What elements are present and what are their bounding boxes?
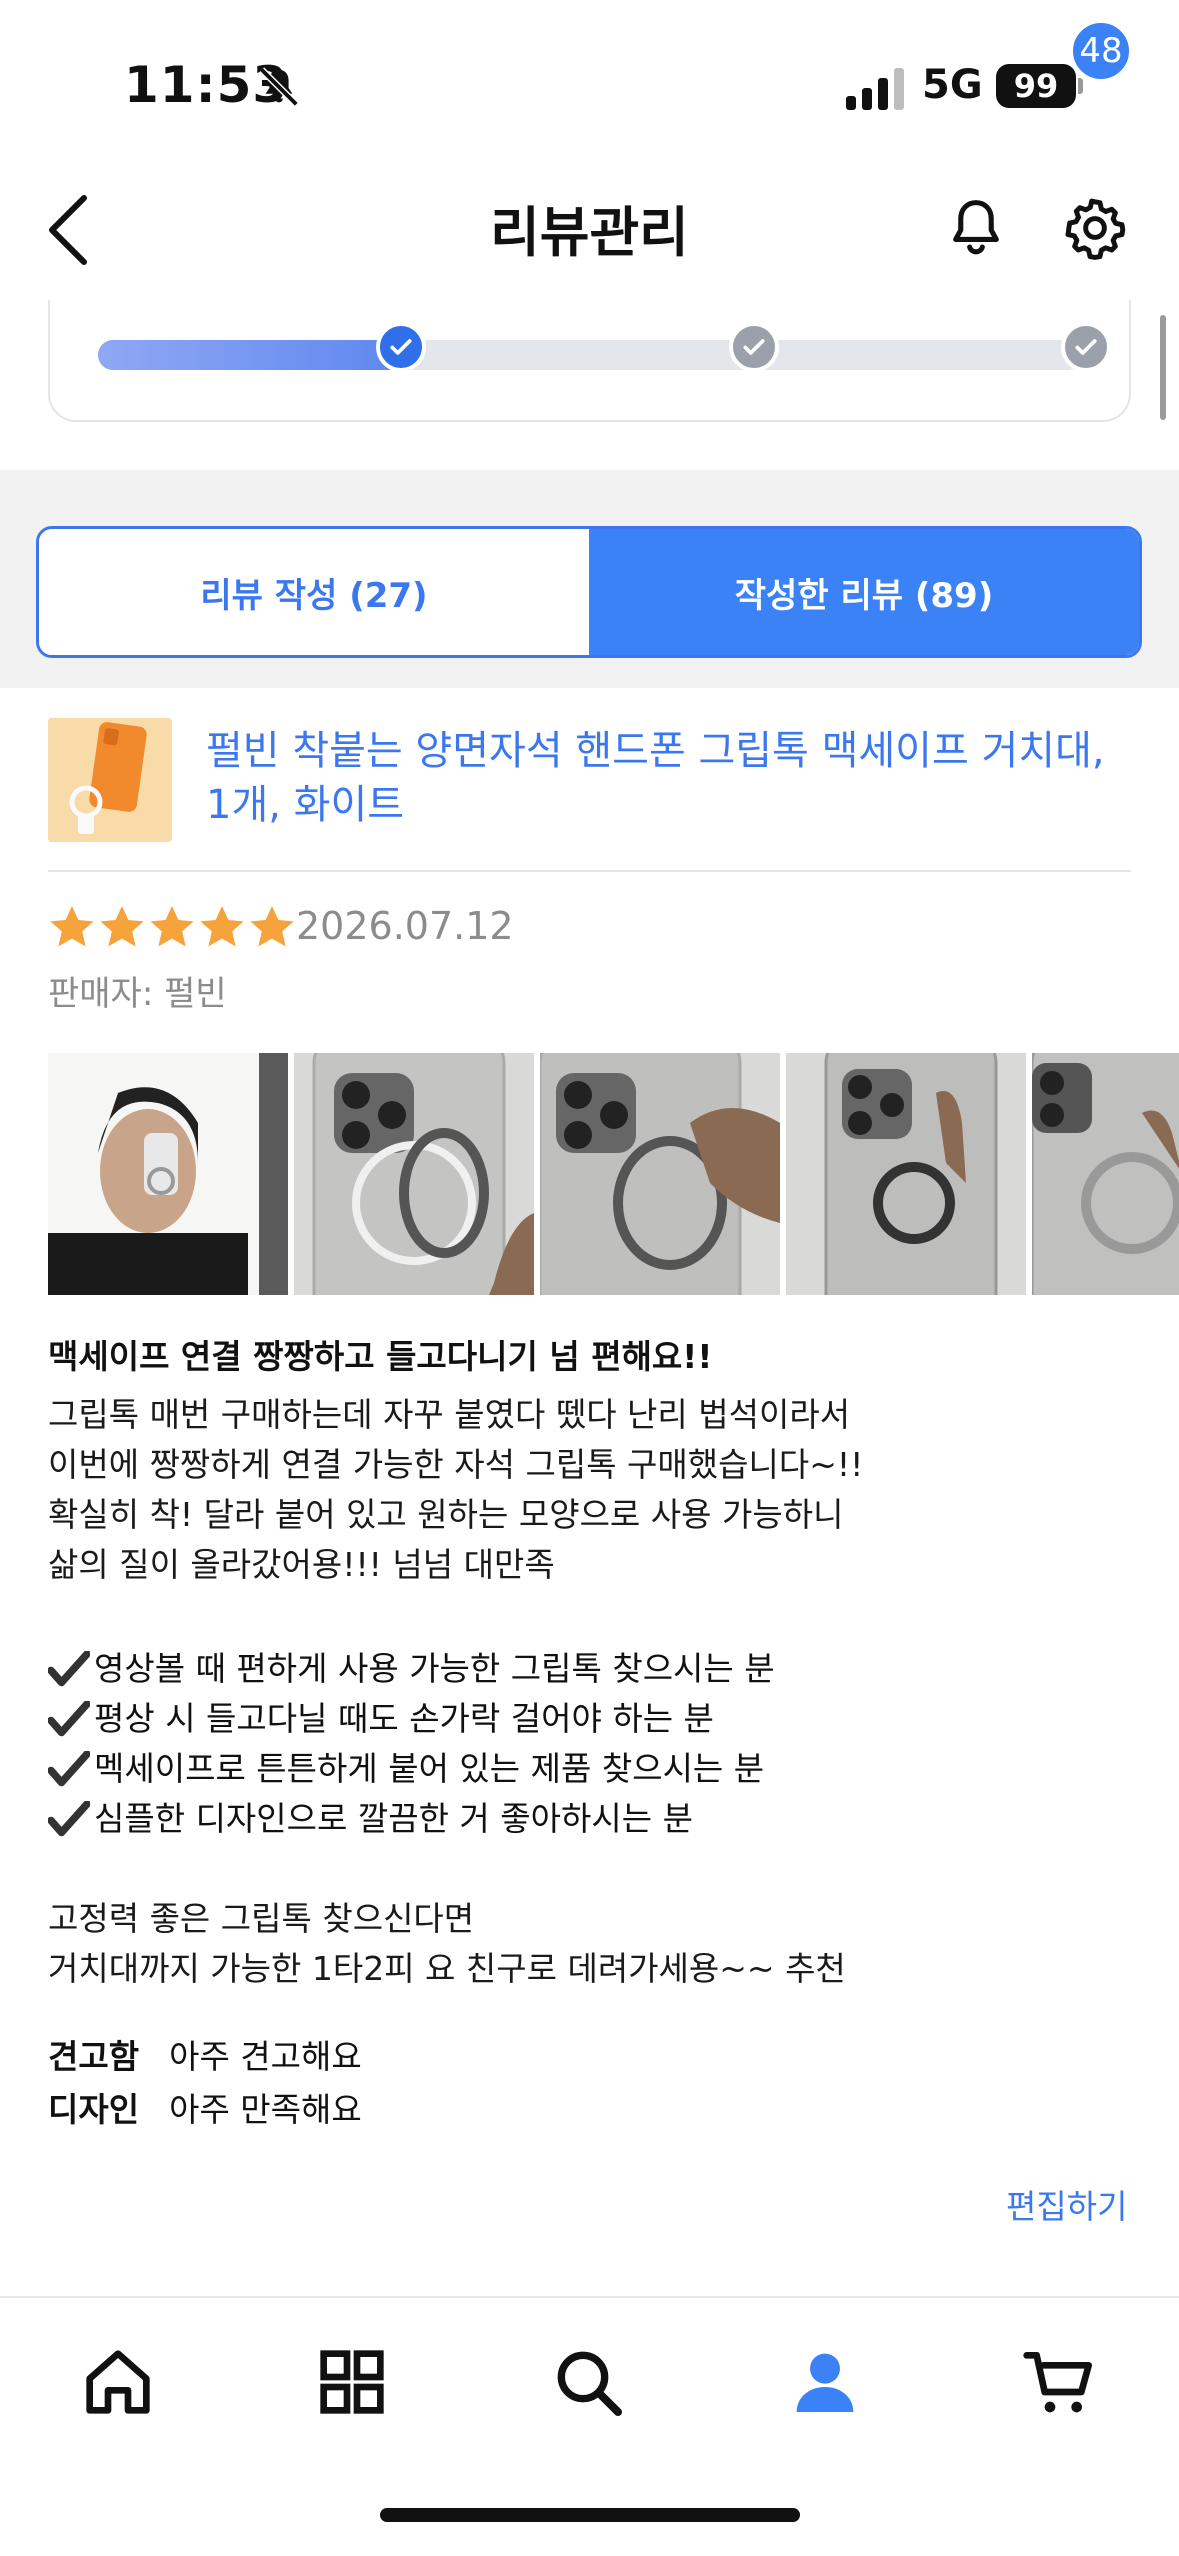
star-icon [50,906,94,947]
my-account-icon[interactable] [785,2342,865,2422]
review-tabs: 리뷰 작성 (27) 작성한 리뷰 (89) [36,526,1142,658]
checkmark-icon [48,1651,90,1687]
cart-icon[interactable] [1020,2342,1100,2422]
battery-tip [1078,78,1083,94]
home-indicator[interactable] [380,2508,800,2522]
review-photo[interactable] [48,1053,288,1295]
cart-count-badge: 48 [1070,20,1132,82]
attribute-value: 아주 만족해요 [169,2090,362,2129]
star-icon [250,906,294,947]
review-photo-strip[interactable] [48,1053,1179,1295]
review-line: 확실히 착! 달라 붙어 있고 원하는 모양으로 사용 가능하니 [48,1495,844,1534]
checklist-text: 영상볼 때 편하게 사용 가능한 그립톡 찾으시는 분 [94,1649,775,1688]
product-image [48,718,172,842]
review-line: 그립톡 매번 구매하는데 자꾸 붙였다 뗐다 난리 법석이라서 [48,1395,851,1434]
attribute-name: 견고함 [48,2037,140,2076]
divider [48,870,1131,872]
checklist-item: 멕세이프로 튼튼하게 붙어 있는 제품 찾으시는 분 [48,1744,775,1794]
home-icon[interactable] [78,2342,158,2422]
checklist-text: 평상 시 들고다닐 때도 손가락 걸어야 하는 분 [94,1699,714,1738]
check-icon [390,339,412,355]
checklist-text: 멕세이프로 튼튼하게 붙어 있는 제품 찾으시는 분 [94,1749,765,1788]
review-checklist: 영상볼 때 편하게 사용 가능한 그립톡 찾으시는 분 평상 시 들고다닐 때도… [48,1644,775,1844]
scrollbar[interactable] [1160,315,1166,420]
star-icon [150,906,194,947]
settings-gear-icon[interactable] [1062,195,1128,261]
star-icon [200,906,244,947]
category-grid-icon[interactable] [312,2342,392,2422]
review-photo[interactable] [540,1053,780,1295]
review-paragraph-2: 고정력 좋은 그립톡 찾으신다면 거치대까지 가능한 1타2피 요 친구로 데려… [48,1894,1131,1994]
progress-step-3 [1061,322,1111,372]
progress-step-1 [376,322,426,372]
notification-bell-icon[interactable] [945,195,1007,261]
star-icon [100,906,144,947]
review-photo[interactable] [786,1053,1026,1295]
attribute-value: 아주 견고해요 [169,2037,362,2076]
review-photo[interactable] [1032,1053,1179,1295]
review-headline: 맥세이프 연결 짱짱하고 들고다니기 넘 편해요!! [48,1337,713,1376]
seller-label: 판매자: 펄빈 [48,974,227,1014]
review-line: 고정력 좋은 그립톡 찾으신다면 [48,1899,475,1938]
review-paragraph-1: 그립톡 매번 구매하는데 자꾸 붙였다 뗐다 난리 법석이라서 이번에 짱짱하게… [48,1390,1131,1590]
attribute-row: 디자인 아주 만족해요 [48,2083,362,2131]
check-icon [743,339,765,355]
bell-off-icon [259,67,299,107]
search-icon[interactable] [548,2342,628,2422]
checklist-text: 심플한 디자인으로 깔끔한 거 좋아하시는 분 [94,1799,693,1838]
review-line: 거치대까지 가능한 1타2피 요 친구로 데려가세용~~ 추천 [48,1949,846,1988]
product-thumbnail[interactable] [48,718,172,842]
progress-step-2 [729,322,779,372]
battery-indicator: 99 [996,64,1076,108]
cellular-signal-icon [846,68,904,110]
app-header: 리뷰관리 [0,150,1179,300]
network-type: 5G [922,62,983,108]
review-line: 삶의 질이 올라갔어용!!! 넘넘 대만족 [48,1545,555,1584]
attribute-row: 견고함 아주 견고해요 [48,2030,362,2078]
checkmark-icon [48,1701,90,1737]
checklist-item: 영상볼 때 편하게 사용 가능한 그립톡 찾으시는 분 [48,1644,775,1694]
progress-track [98,340,1082,370]
checklist-item: 심플한 디자인으로 깔끔한 거 좋아하시는 분 [48,1794,775,1844]
checkmark-icon [48,1801,90,1837]
status-bar: 11:53 5G 99 [0,0,1179,150]
checkmark-icon [48,1751,90,1787]
edit-review-link[interactable]: 편집하기 [1006,2180,1127,2228]
checklist-item: 평상 시 들고다닐 때도 손가락 걸어야 하는 분 [48,1694,775,1744]
attribute-name: 디자인 [48,2090,140,2129]
tab-write-review[interactable]: 리뷰 작성 (27) [39,529,589,655]
check-icon [1075,339,1097,355]
review-date: 2026.07.12 [296,904,514,948]
progress-fill [98,340,413,370]
review-tabs-section: 리뷰 작성 (27) 작성한 리뷰 (89) [0,470,1179,688]
review-line: 이번에 짱짱하게 연결 가능한 자석 그립톡 구매했습니다~!! [48,1445,864,1484]
review-photo[interactable] [294,1053,534,1295]
tab-written-reviews[interactable]: 작성한 리뷰 (89) [589,529,1139,655]
product-name-link[interactable]: 펄빈 착붙는 양면자석 핸드폰 그립톡 맥세이프 거치대, 1개, 화이트 [206,724,1126,832]
star-rating [48,904,296,950]
